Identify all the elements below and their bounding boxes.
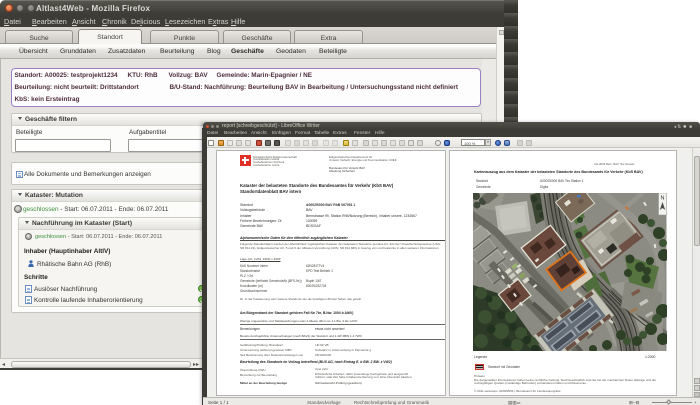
svg-text:N: N — [661, 196, 665, 202]
